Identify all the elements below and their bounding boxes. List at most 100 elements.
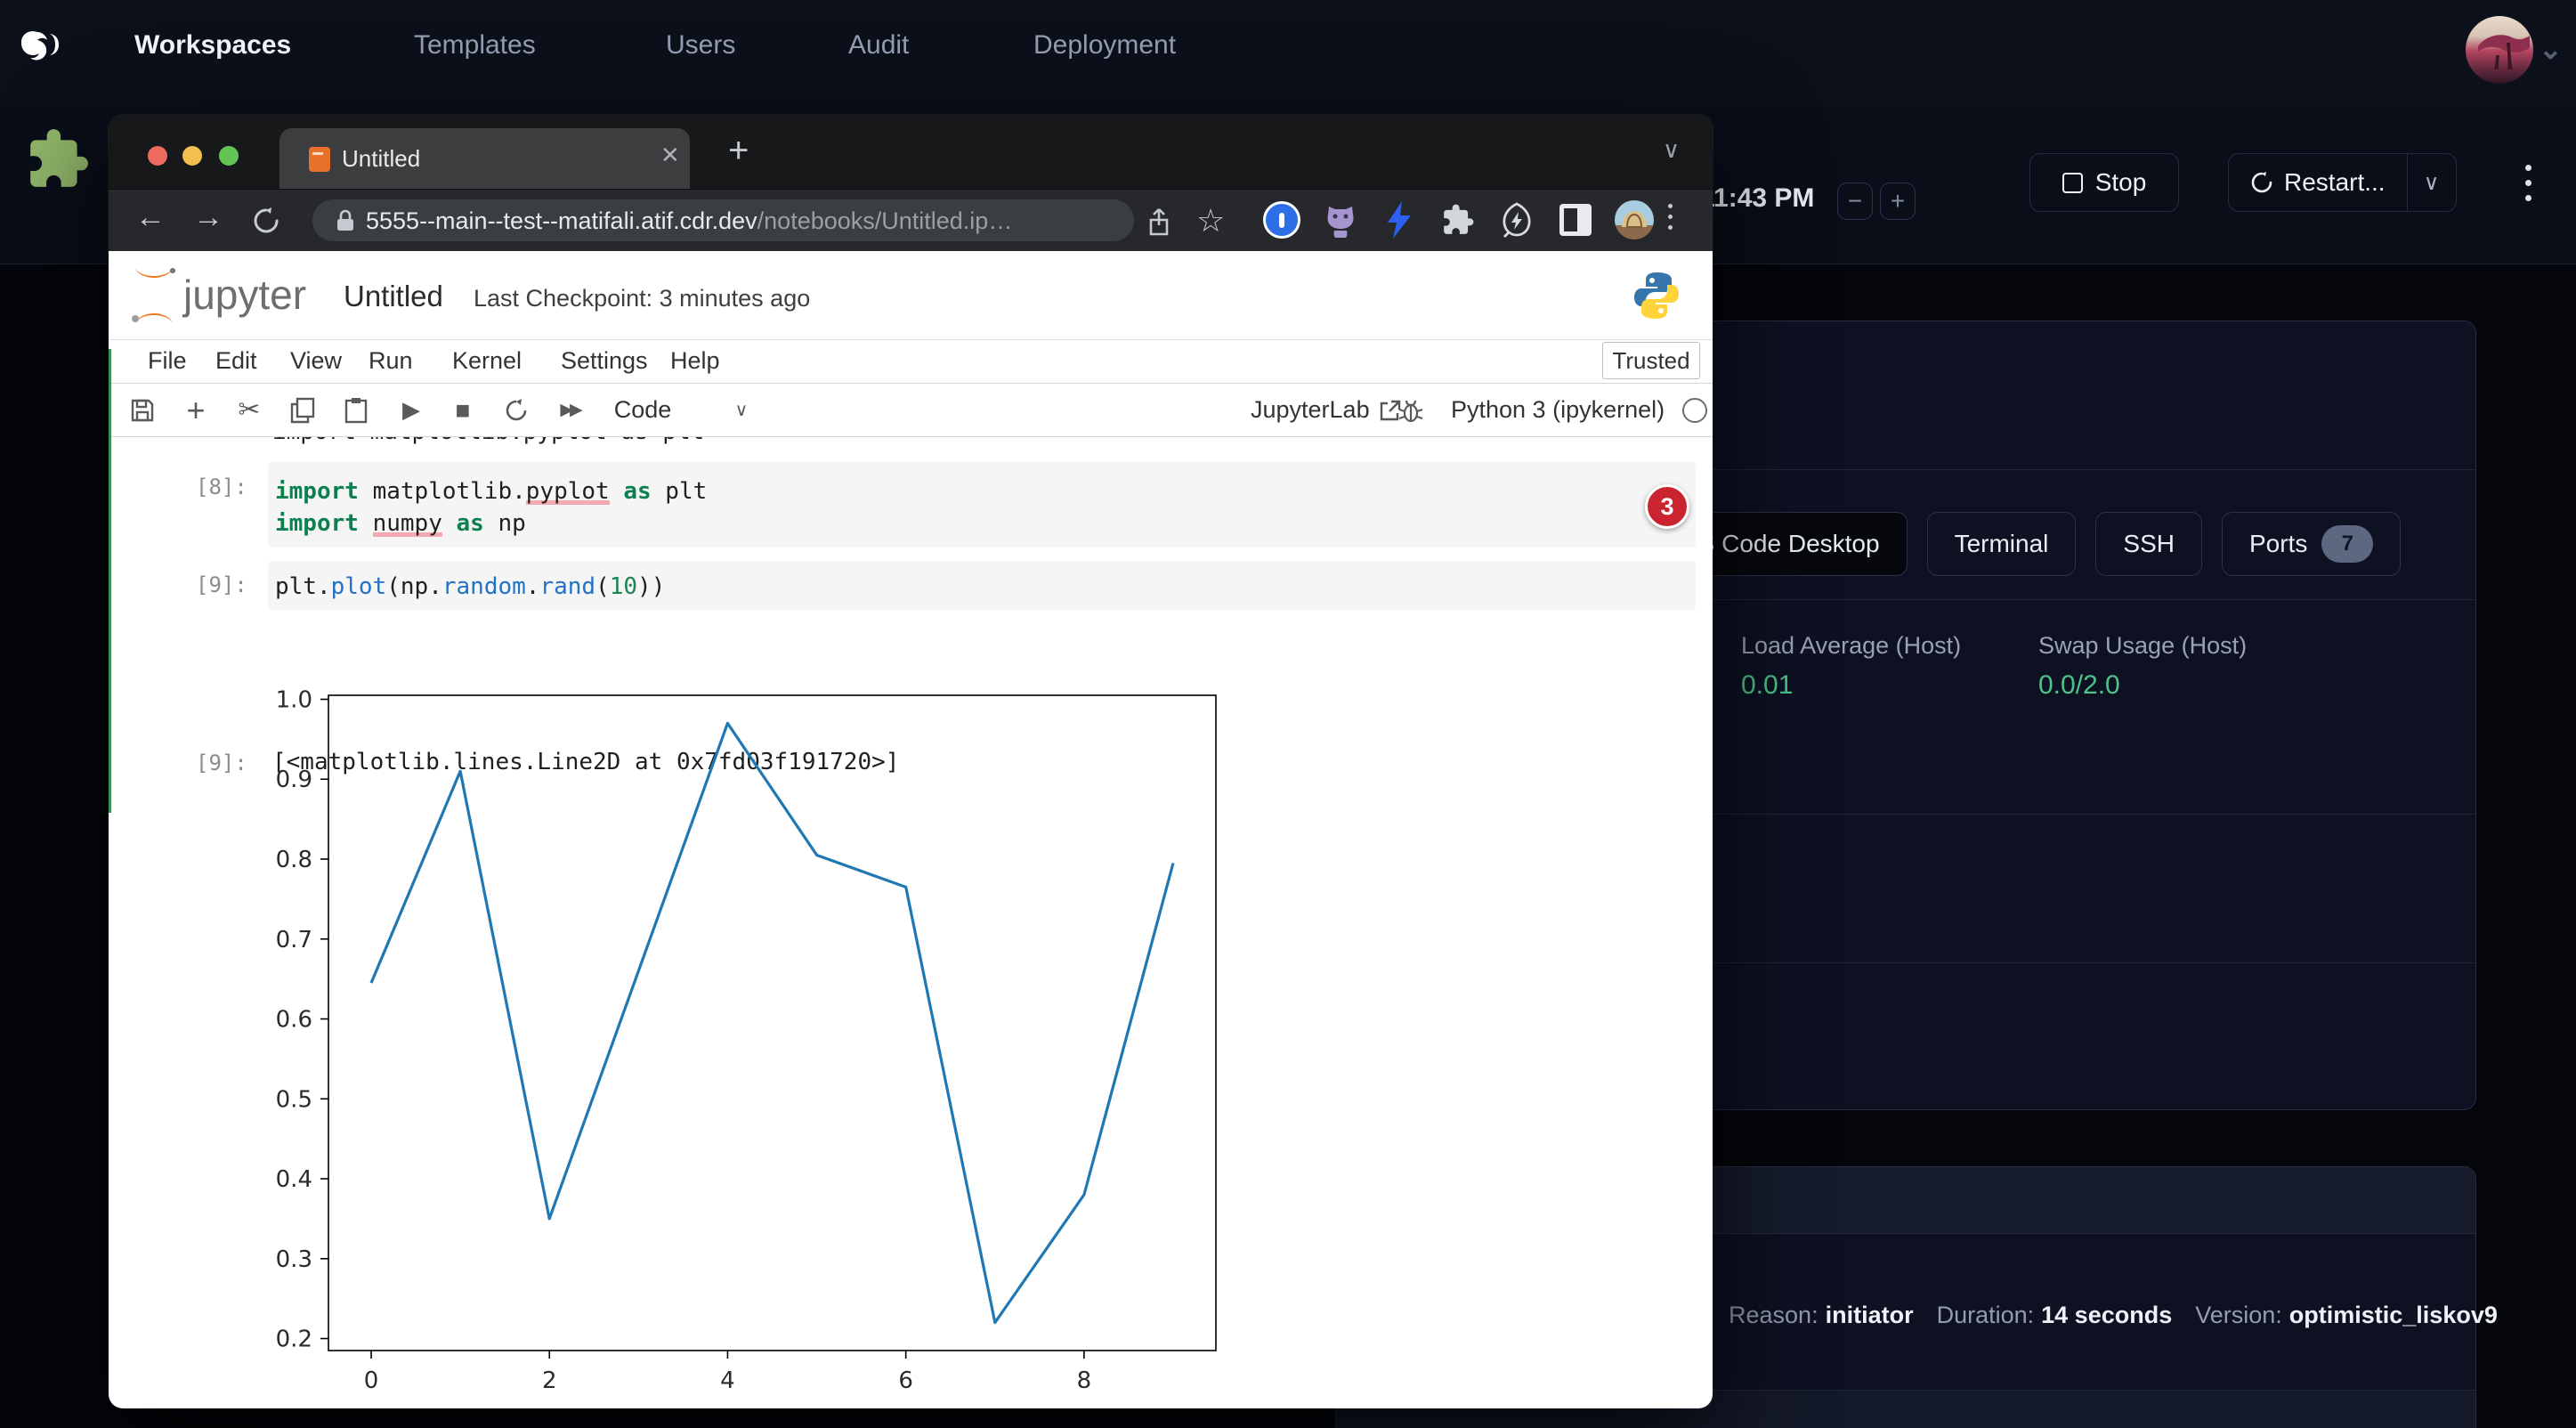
kernel-label: Python 3 (ipykernel) — [1451, 396, 1665, 424]
jupyter-wordmark: jupyter — [183, 271, 306, 319]
code-cell[interactable]: import matplotlib.pyplot as pltimport nu… — [268, 462, 1696, 548]
tab-close-icon[interactable]: ✕ — [660, 142, 680, 169]
workspace-clock: 11:43 PM — [1700, 183, 1814, 214]
notification-badge[interactable]: 3 — [1645, 484, 1689, 529]
window-minimize-button[interactable] — [182, 146, 202, 166]
menu-run[interactable]: Run — [369, 347, 413, 375]
window-close-button[interactable] — [148, 146, 167, 166]
svg-text:0.2: 0.2 — [276, 1327, 312, 1353]
nav-item-deployment[interactable]: Deployment — [1033, 30, 1176, 61]
menu-view[interactable]: View — [290, 347, 342, 375]
build-info: Reason:initiatorDuration:14 secondsVersi… — [1729, 1302, 2498, 1329]
save-button[interactable] — [123, 384, 162, 436]
cell-type-chevron-icon[interactable]: ∨ — [728, 384, 755, 436]
new-tab-button[interactable]: + — [728, 131, 749, 171]
forward-icon[interactable]: → — [193, 200, 223, 235]
svg-text:0.6: 0.6 — [276, 1007, 312, 1034]
back-icon[interactable]: ← — [135, 200, 166, 235]
jupyter-favicon-icon — [309, 147, 330, 172]
paste-cell-button[interactable] — [336, 384, 376, 436]
nav-item-workspaces[interactable]: Workspaces — [134, 30, 291, 61]
nav-item-templates[interactable]: Templates — [414, 30, 536, 61]
svg-text:0.8: 0.8 — [276, 847, 312, 873]
notebook-area: import matplotlib.pyplot as plt [8]: imp… — [109, 437, 1713, 1408]
bookmark-star-icon[interactable]: ☆ — [1196, 202, 1225, 239]
tab-search-chevron-icon[interactable]: ∨ — [1663, 136, 1680, 164]
kernel-name[interactable]: Python 3 (ipykernel) — [1451, 384, 1665, 436]
menu-file[interactable]: File — [148, 347, 187, 375]
cell-prompt: [8]: — [196, 475, 247, 499]
checkpoint-status: Last Checkpoint: 3 minutes ago — [474, 285, 810, 312]
workspace-avatar-puzzle-icon — [25, 126, 91, 192]
reload-icon[interactable] — [251, 206, 281, 236]
cut-cell-button[interactable]: ✂ — [230, 384, 269, 436]
app-button-terminal[interactable]: Terminal — [1927, 512, 2077, 576]
kernel-idle-circle-icon — [1682, 398, 1707, 423]
debugger-button[interactable] — [1397, 384, 1424, 436]
menu-edit[interactable]: Edit — [215, 347, 257, 375]
run-all-button[interactable]: ▶▶ — [548, 384, 591, 436]
url-path: /notebooks/Untitled.ip… — [757, 207, 1013, 234]
stop-button[interactable]: Stop — [2029, 153, 2179, 212]
octocat-extension-icon[interactable] — [1321, 200, 1360, 239]
run-cell-button[interactable]: ▶ — [392, 384, 431, 436]
menu-help[interactable]: Help — [670, 347, 720, 375]
url-bar[interactable]: 5555--main--test--matifali.atif.cdr.dev/… — [312, 199, 1134, 241]
menu-kernel[interactable]: Kernel — [452, 347, 522, 375]
cell-type-dropdown[interactable]: Code — [607, 384, 678, 436]
extensions-puzzle-icon[interactable] — [1438, 200, 1478, 239]
code-cell[interactable]: plt.plot(np.random.rand(10)) — [268, 561, 1696, 610]
trusted-button[interactable]: Trusted — [1602, 342, 1700, 379]
copy-cell-button[interactable] — [283, 384, 322, 436]
stop-button-label: Stop — [2095, 168, 2147, 197]
restart-kernel-button[interactable] — [497, 384, 536, 436]
jupyter-logo-icon — [128, 264, 180, 328]
add-cell-button[interactable]: + — [176, 384, 215, 436]
energy-saver-leaf-icon[interactable] — [1497, 200, 1536, 239]
zoom-out-button[interactable]: − — [1837, 183, 1873, 220]
app-button-ports[interactable]: Ports 7 — [2222, 512, 2401, 576]
svg-text:4: 4 — [720, 1367, 735, 1394]
side-panel-extension-icon[interactable] — [1556, 200, 1595, 239]
window-maximize-button[interactable] — [219, 146, 239, 166]
notebook-title[interactable]: Untitled — [344, 280, 443, 313]
cell-prompt: [9]: — [196, 572, 247, 597]
interrupt-kernel-button[interactable]: ■ — [443, 384, 482, 436]
jupyter-header: jupyter Untitled Last Checkpoint: 3 minu… — [109, 251, 1713, 340]
workspace-more-menu[interactable] — [2519, 153, 2537, 212]
stop-icon — [2062, 173, 2083, 193]
svg-text:0.5: 0.5 — [276, 1086, 312, 1113]
build-info-reason-: Reason:initiator — [1729, 1302, 1914, 1329]
coder-logo-icon[interactable] — [18, 25, 64, 69]
extensions-row — [1262, 200, 1654, 239]
stat-label: Swap Usage (Host) — [2038, 632, 2247, 660]
menu-settings[interactable]: Settings — [561, 347, 648, 375]
app-button-ssh[interactable]: SSH — [2095, 512, 2202, 576]
restart-options-chevron[interactable]: ∨ — [2407, 154, 2456, 211]
app-button-label: Ports — [2249, 530, 2307, 558]
avatar-tree-art — [2466, 16, 2533, 84]
onepassword-extension-icon[interactable] — [1262, 200, 1301, 239]
svg-text:8: 8 — [1077, 1367, 1092, 1394]
minus-icon: − — [1848, 187, 1862, 215]
browser-tab[interactable]: Untitled ✕ — [279, 128, 690, 189]
nav-item-users[interactable]: Users — [666, 30, 735, 61]
avatar[interactable] — [2466, 16, 2533, 84]
share-icon[interactable] — [1146, 207, 1171, 238]
zoom-in-button[interactable]: + — [1880, 183, 1916, 220]
nav-item-audit[interactable]: Audit — [848, 30, 909, 61]
lock-icon — [334, 208, 357, 233]
restart-button[interactable]: Restart... ∨ — [2228, 153, 2457, 212]
stat-swap-usage-host-: Swap Usage (Host)0.0/2.0 — [2038, 632, 2247, 701]
browser-window: Untitled ✕ + ∨ ← → 5555--main--test--mat… — [109, 115, 1713, 1408]
browser-profile-avatar[interactable] — [1615, 200, 1654, 239]
jupyterlab-link[interactable]: JupyterLab — [1251, 384, 1402, 436]
svg-text:0.4: 0.4 — [276, 1166, 312, 1193]
stat-label: Load Average (Host) — [1741, 632, 1961, 660]
svg-text:0: 0 — [364, 1367, 379, 1394]
ports-count-badge: 7 — [2321, 525, 2373, 563]
selected-cell-edge-indicator — [109, 349, 111, 813]
browser-menu-kebab[interactable] — [1668, 204, 1673, 230]
bolt-extension-icon[interactable] — [1380, 200, 1419, 239]
user-menu-chevron-icon[interactable]: ⌄ — [2539, 32, 2563, 66]
